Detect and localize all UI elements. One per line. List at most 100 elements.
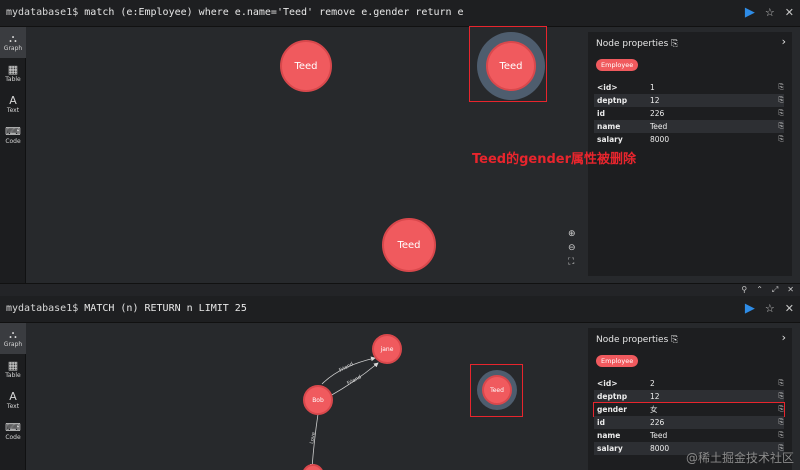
result-panel-2: mydatabase1$ MATCH (n) RETURN n LIMIT 25… bbox=[0, 296, 800, 470]
result-panel-1: mydatabase1$ match (e:Employee) where e.… bbox=[0, 0, 800, 283]
property-value: 12 bbox=[650, 96, 660, 105]
property-key: salary bbox=[597, 444, 623, 453]
tab-graph[interactable]: ⛬ Graph bbox=[0, 27, 26, 58]
zoom-in-icon[interactable]: ⊕ bbox=[568, 229, 576, 239]
graph-node-selected[interactable]: Teed bbox=[486, 41, 536, 91]
graph-icon: ⛬ bbox=[9, 31, 17, 45]
property-row-highlighted: gender 女 ⎘ bbox=[593, 402, 785, 417]
property-value: 12 bbox=[650, 392, 660, 401]
property-value: 226 bbox=[650, 418, 665, 427]
node-label: Teed bbox=[294, 60, 318, 72]
copy-icon[interactable]: ⎘ bbox=[778, 96, 784, 105]
property-row: salary 8000 ⎘ bbox=[594, 133, 784, 146]
edge-label: Friend bbox=[338, 361, 354, 374]
expand-icon[interactable]: ⤢ bbox=[772, 284, 778, 296]
prompt-label: mydatabase1$ bbox=[6, 7, 79, 18]
properties-title-text: Node properties bbox=[596, 335, 669, 345]
property-key: <id> bbox=[597, 379, 618, 388]
tab-code[interactable]: ⌨ Code bbox=[0, 120, 26, 151]
property-key: gender bbox=[597, 405, 627, 414]
copy-icon[interactable]: ⎘ bbox=[778, 431, 784, 440]
close-icon[interactable]: ✕ bbox=[787, 284, 794, 296]
tab-code-label: Code bbox=[5, 137, 21, 145]
copy-icon[interactable]: ⎘ bbox=[778, 405, 784, 414]
copy-icon[interactable]: ⎘ bbox=[671, 39, 678, 49]
property-row: <id> 1 ⎘ bbox=[594, 81, 784, 94]
query-text: match (e:Employee) where e.name='Teed' r… bbox=[84, 7, 464, 18]
property-key: name bbox=[597, 122, 621, 131]
copy-icon[interactable]: ⎘ bbox=[778, 418, 784, 427]
property-row: deptnp 12 ⎘ bbox=[594, 390, 784, 403]
property-value: 女 bbox=[650, 405, 658, 414]
graph-node-selected[interactable]: Teed bbox=[482, 375, 512, 405]
label-badge[interactable]: Employee bbox=[596, 59, 639, 71]
property-row: id 226 ⎘ bbox=[594, 107, 784, 120]
copy-icon[interactable]: ⎘ bbox=[778, 135, 784, 144]
view-sidebar: ⛬ Graph ▦ Table A Text ⌨ Code bbox=[0, 27, 26, 283]
node-label: Teed bbox=[490, 386, 504, 394]
zoom-controls: ⊕ ⊖ ⛶ bbox=[568, 229, 576, 267]
property-row: id 226 ⎘ bbox=[594, 416, 784, 429]
panel-toolbar-strip: ⚲ ⌃ ⤢ ✕ bbox=[0, 283, 800, 296]
node-label: jane bbox=[380, 345, 394, 353]
property-key: name bbox=[597, 431, 621, 440]
property-row: <id> 2 ⎘ bbox=[594, 377, 784, 390]
node-label: Teed bbox=[499, 60, 523, 72]
code-icon: ⌨ bbox=[5, 124, 21, 138]
graph-node[interactable]: Bob bbox=[303, 385, 333, 415]
tab-text-label: Text bbox=[6, 106, 20, 114]
tab-table-label: Table bbox=[5, 75, 21, 83]
run-icon[interactable]: ▶ bbox=[745, 6, 755, 20]
property-value: 1 bbox=[650, 83, 655, 92]
properties-title: Node properties ⎘ bbox=[596, 39, 678, 49]
property-value: 8000 bbox=[650, 135, 670, 144]
property-key: id bbox=[597, 418, 605, 427]
star-icon[interactable]: ☆ bbox=[765, 6, 775, 20]
edge-label: Friend bbox=[346, 374, 362, 387]
fit-screen-icon[interactable]: ⛶ bbox=[568, 257, 576, 267]
copy-icon[interactable]: ⎘ bbox=[778, 109, 784, 118]
app-root: mydatabase1$ match (e:Employee) where e.… bbox=[0, 0, 800, 470]
pin-icon[interactable]: ⚲ bbox=[741, 284, 747, 296]
copy-icon[interactable]: ⎘ bbox=[671, 335, 678, 345]
annotation-text: Teed的gender属性被删除 bbox=[472, 152, 636, 167]
property-row: name Teed ⎘ bbox=[594, 429, 784, 442]
tab-graph-label: Graph bbox=[3, 44, 23, 52]
tab-table[interactable]: ▦ Table bbox=[0, 58, 26, 89]
node-label: Bob bbox=[312, 396, 324, 404]
property-value: 2 bbox=[650, 379, 655, 388]
node-label: Teed bbox=[397, 239, 421, 251]
copy-icon[interactable]: ⎘ bbox=[778, 392, 784, 401]
property-key: deptnp bbox=[597, 392, 628, 401]
properties-title-text: Node properties bbox=[596, 39, 669, 49]
close-icon[interactable]: ✕ bbox=[785, 6, 794, 20]
property-key: salary bbox=[597, 135, 623, 144]
text-icon: A bbox=[9, 93, 17, 107]
property-value: Teed bbox=[650, 431, 668, 440]
graph-node[interactable]: jane bbox=[372, 334, 402, 364]
collapse-chevron-icon[interactable]: › bbox=[782, 331, 786, 344]
command-bar: mydatabase1$ match (e:Employee) where e.… bbox=[0, 0, 800, 27]
property-row: deptnp 12 ⎘ bbox=[594, 94, 784, 107]
property-key: deptnp bbox=[597, 96, 628, 105]
property-row: name Teed ⎘ bbox=[594, 120, 784, 133]
collapse-chevron-icon[interactable]: › bbox=[782, 35, 786, 48]
property-value: 226 bbox=[650, 109, 665, 118]
properties-title: Node properties ⎘ bbox=[596, 335, 678, 345]
tab-text[interactable]: A Text bbox=[0, 89, 26, 120]
edge-label: Love bbox=[309, 432, 317, 445]
table-icon: ▦ bbox=[7, 62, 19, 76]
command-text[interactable]: mydatabase1$ match (e:Employee) where e.… bbox=[6, 7, 464, 18]
graph-node[interactable]: Teed bbox=[280, 40, 332, 92]
property-key: id bbox=[597, 109, 605, 118]
property-value: Teed bbox=[650, 122, 668, 131]
collapse-icon[interactable]: ⌃ bbox=[756, 284, 763, 296]
watermark: @稀土掘金技术社区 bbox=[685, 451, 794, 465]
zoom-out-icon[interactable]: ⊖ bbox=[568, 243, 576, 253]
graph-node[interactable]: Teed bbox=[382, 218, 436, 272]
property-key: <id> bbox=[597, 83, 618, 92]
copy-icon[interactable]: ⎘ bbox=[778, 379, 784, 388]
copy-icon[interactable]: ⎘ bbox=[778, 83, 784, 92]
copy-icon[interactable]: ⎘ bbox=[778, 122, 784, 131]
label-badge[interactable]: Employee bbox=[596, 355, 639, 367]
